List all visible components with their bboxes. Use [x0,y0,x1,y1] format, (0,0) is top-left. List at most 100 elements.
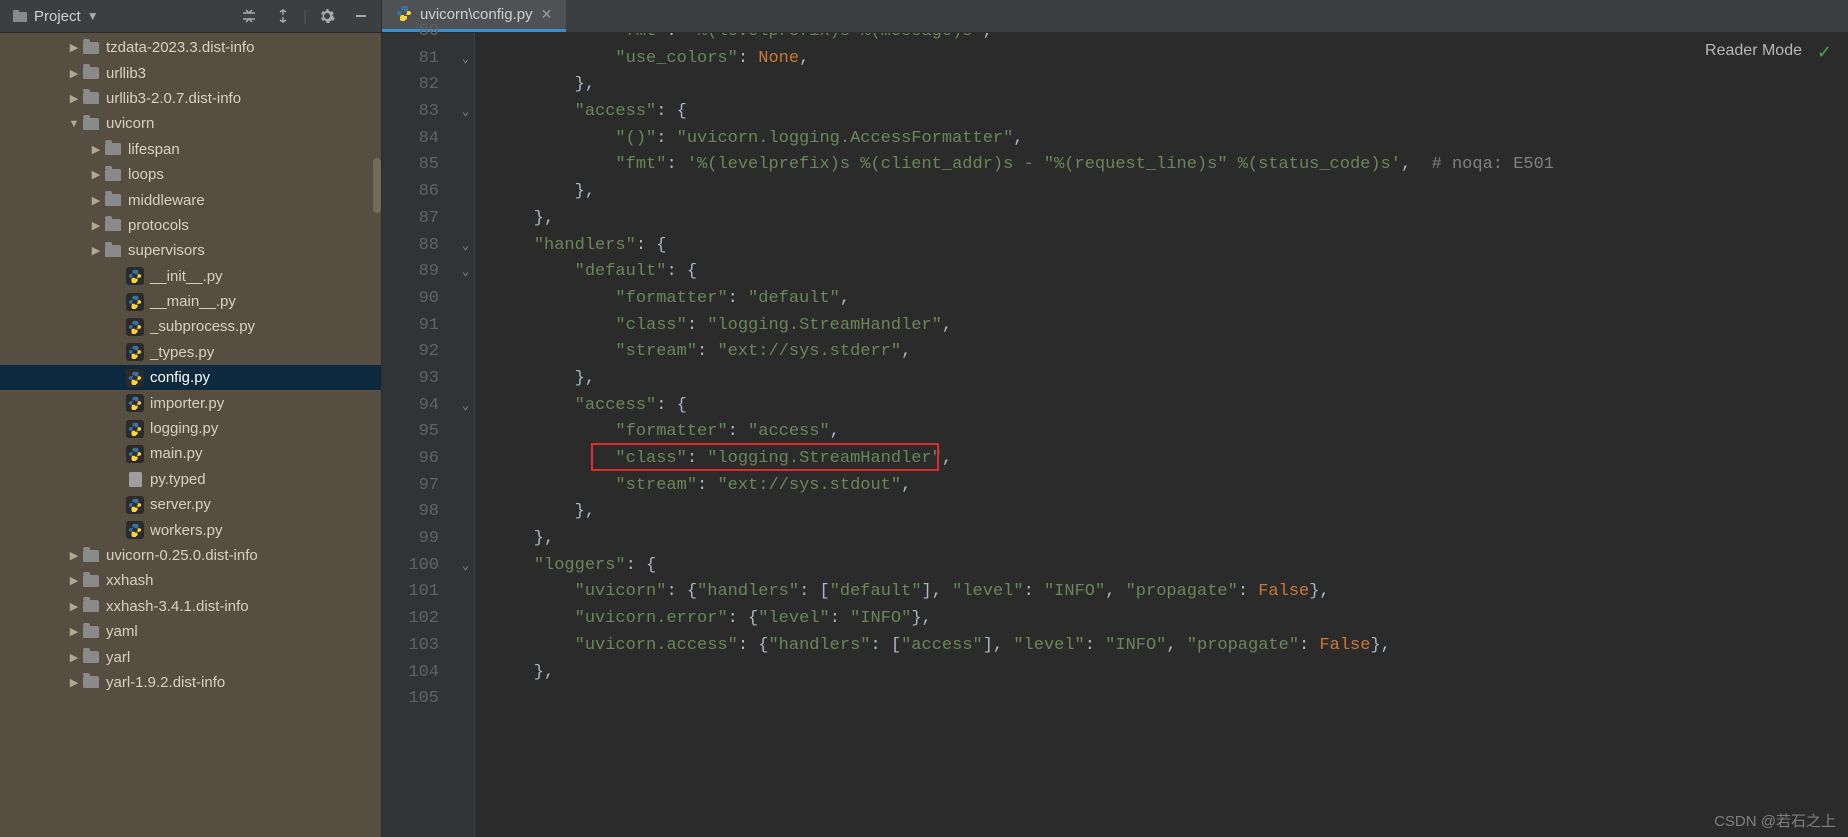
tree-item-label: yarl-1.9.2.dist-info [106,674,225,691]
chevron-down-icon[interactable]: ▼ [66,118,82,130]
chevron-right-icon[interactable]: ▶ [66,41,82,54]
tree-item-uvicorn[interactable]: ▼ uvicorn [0,111,381,136]
folder-icon [82,673,100,691]
chevron-right-icon[interactable]: ▶ [66,67,82,80]
tree-item--subprocess-py[interactable]: ▶_subprocess.py [0,314,381,339]
tree-item-label: xxhash [106,572,154,589]
fold-handle[interactable]: ⌄ [457,259,474,286]
folder-icon [82,623,100,641]
collapse-all-icon[interactable] [235,2,263,30]
python-file-icon [126,343,144,361]
fold-handle [457,526,474,553]
python-file-icon [126,394,144,412]
code-editor[interactable]: 8081828384858687888990919293949596979899… [382,33,1848,837]
tree-item-label: uvicorn [106,115,154,132]
folder-icon [82,39,100,57]
chevron-right-icon[interactable]: ▶ [66,92,82,105]
tree-item-label: middleware [128,192,205,209]
expand-all-icon[interactable] [269,2,297,30]
tree-item-xxhash[interactable]: ▶ xxhash [0,568,381,593]
tree-item-urllib3-2-0-7-dist-info[interactable]: ▶ urllib3-2.0.7.dist-info [0,86,381,111]
tree-item-workers-py[interactable]: ▶workers.py [0,517,381,542]
chevron-right-icon[interactable]: ▶ [66,600,82,613]
fold-column[interactable]: ⌄⌄⌄⌄⌄⌄ [457,33,475,837]
chevron-right-icon[interactable]: ▶ [88,143,104,156]
tree-item-middleware[interactable]: ▶ middleware [0,187,381,212]
chevron-right-icon[interactable]: ▶ [66,651,82,664]
tree-item-label: tzdata-2023.3.dist-info [106,39,254,56]
check-icon[interactable]: ✓ [1817,42,1832,63]
folder-icon [82,572,100,590]
tree-item-yaml[interactable]: ▶yaml [0,619,381,644]
fold-handle[interactable]: ⌄ [457,393,474,420]
tree-item-label: __init__.py [150,268,223,285]
chevron-right-icon[interactable]: ▶ [88,194,104,207]
tree-item-yarl[interactable]: ▶yarl [0,644,381,669]
chevron-right-icon[interactable]: ▶ [88,219,104,232]
tree-item-supervisors[interactable]: ▶supervisors [0,238,381,263]
python-file-icon [126,369,144,387]
tree-item-py-typed[interactable]: ▶py.typed [0,467,381,492]
python-file-icon [126,318,144,336]
editor-tabs: uvicorn\config.py ✕ [382,0,1848,32]
chevron-right-icon[interactable]: ▶ [66,574,82,587]
project-label[interactable]: Project [34,8,81,25]
project-tree[interactable]: ▶ tzdata-2023.3.dist-info ▶ urllib3 ▶ urllib3… [0,33,382,837]
fold-handle[interactable]: ⌄ [457,46,474,73]
tree-item-xxhash-3-4-1-dist-info[interactable]: ▶ xxhash-3.4.1.dist-info [0,594,381,619]
tree-item-label: urllib3 [106,65,146,82]
tree-item-main-py[interactable]: ▶main.py [0,441,381,466]
tree-item-tzdata-2023-3-dist-info[interactable]: ▶ tzdata-2023.3.dist-info [0,35,381,60]
python-file-icon [126,420,144,438]
folder-icon [104,166,122,184]
tree-item-label: urllib3-2.0.7.dist-info [106,90,241,107]
tree-item-lifespan[interactable]: ▶lifespan [0,137,381,162]
close-icon[interactable]: ✕ [541,6,553,23]
fold-handle[interactable]: ⌄ [457,233,474,260]
folder-icon [82,89,100,107]
tree-item-label: xxhash-3.4.1.dist-info [106,598,249,615]
scrollbar-thumb[interactable] [373,158,381,213]
fold-handle [457,152,474,179]
fold-handle [457,179,474,206]
fold-handle [457,72,474,99]
chevron-right-icon[interactable]: ▶ [88,244,104,257]
fold-handle [457,446,474,473]
folder-icon [82,64,100,82]
chevron-right-icon[interactable]: ▶ [66,549,82,562]
tree-item-yarl-1-9-2-dist-info[interactable]: ▶ yarl-1.9.2.dist-info [0,670,381,695]
tree-item--init-py[interactable]: ▶__init__.py [0,264,381,289]
minimize-icon[interactable] [347,2,375,30]
fold-handle[interactable]: ⌄ [457,99,474,126]
tree-item-server-py[interactable]: ▶server.py [0,492,381,517]
code-content[interactable]: "fmt": "%(levelprefix)s %(message)s", "u… [475,33,1848,837]
fold-handle[interactable]: ⌄ [457,553,474,580]
tree-item-label: loops [128,166,164,183]
chevron-down-icon[interactable]: ▼ [87,9,99,23]
chevron-right-icon[interactable]: ▶ [66,625,82,638]
tree-item-protocols[interactable]: ▶ protocols [0,213,381,238]
tree-item--main-py[interactable]: ▶__main__.py [0,289,381,314]
reader-mode-label[interactable]: Reader Mode [1705,42,1802,60]
sidebar-toolbar: Project ▼ | [0,0,382,32]
fold-handle [457,126,474,153]
tree-item-config-py[interactable]: ▶config.py [0,365,381,390]
tree-item-label: _subprocess.py [150,318,255,335]
fold-handle [457,606,474,633]
tree-item-label: logging.py [150,420,218,437]
chevron-right-icon[interactable]: ▶ [88,168,104,181]
chevron-right-icon[interactable]: ▶ [66,676,82,689]
tree-item-label: protocols [128,217,189,234]
tree-item-uvicorn-0-25-0-dist-info[interactable]: ▶uvicorn-0.25.0.dist-info [0,543,381,568]
tree-item-urllib3[interactable]: ▶ urllib3 [0,60,381,85]
python-file-icon [126,293,144,311]
tree-item-label: workers.py [150,522,223,539]
gear-icon[interactable] [313,2,341,30]
project-icon [12,8,28,24]
tree-item--types-py[interactable]: ▶_types.py [0,340,381,365]
folder-icon [104,191,122,209]
tree-item-logging-py[interactable]: ▶logging.py [0,416,381,441]
tree-item-importer-py[interactable]: ▶importer.py [0,390,381,415]
line-gutter: 8081828384858687888990919293949596979899… [382,33,457,837]
tree-item-loops[interactable]: ▶ loops [0,162,381,187]
